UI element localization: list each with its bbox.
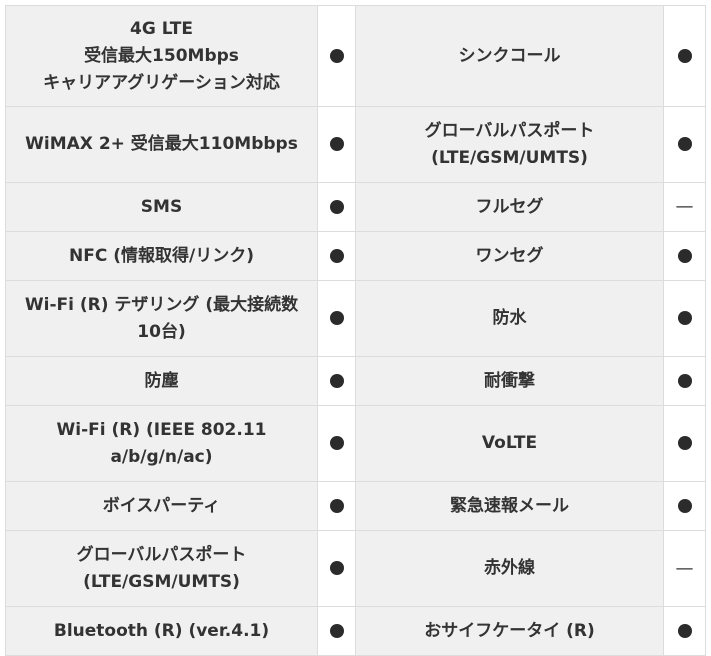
left-feature-label-line: キャリアアグリゲーション対応 [43, 72, 280, 93]
left-feature-label-line: SMS [140, 196, 183, 217]
table-row: 防塵 耐衝撃 [5, 356, 706, 406]
left-feature-label-line: 10台) [137, 321, 186, 342]
left-support-cell [317, 606, 356, 656]
left-feature-label: Bluetooth (R) (ver.4.1) [5, 606, 318, 656]
table-row: ボイスパーティ 緊急速報メール [5, 481, 706, 531]
supported-dot-icon [677, 48, 692, 63]
supported-dot-icon [677, 498, 692, 513]
right-support-cell [663, 106, 706, 183]
left-feature-label-line: Wi-Fi (R) テザリング (最大接続数 [24, 294, 299, 315]
supported-dot-icon [677, 137, 692, 151]
left-support-cell [317, 280, 356, 357]
left-feature-label-line: 防塵 [144, 370, 179, 391]
left-feature-label: NFC (情報取得/リンク) [5, 231, 318, 281]
supported-dot-icon [329, 311, 344, 325]
right-support-cell [663, 356, 706, 406]
left-feature-label-line: 4G LTE [130, 18, 193, 39]
left-feature-label-line: (LTE/GSM/UMTS) [83, 571, 240, 592]
right-feature-label: 耐衝撃 [355, 356, 664, 406]
table-row: 4G LTE 受信最大150Mbps キャリアアグリゲーション対応 シンクコール [5, 5, 706, 107]
left-support-cell [317, 5, 356, 107]
left-feature-label-line: a/b/g/n/ac) [110, 446, 213, 467]
supported-dot-icon [329, 561, 344, 575]
left-feature-label: グローバルパスポート (LTE/GSM/UMTS) [5, 530, 318, 607]
right-feature-label: おサイフケータイ (R) [355, 606, 664, 656]
left-support-cell [317, 356, 356, 406]
right-feature-label: VoLTE [355, 405, 664, 482]
table-row: WiMAX 2+ 受信最大110Mbbps グローバルパスポート (LTE/GSM/… [5, 106, 706, 183]
left-feature-label: SMS [5, 182, 318, 232]
right-support-cell [663, 405, 706, 482]
right-feature-label-line: 耐衝撃 [484, 370, 535, 391]
left-support-cell [317, 106, 356, 183]
left-support-cell [317, 481, 356, 531]
right-feature-label-line: おサイフケータイ (R) [424, 620, 595, 641]
right-feature-label: 緊急速報メール [355, 481, 664, 531]
left-feature-label: WiMAX 2+ 受信最大110Mbbps [5, 106, 318, 183]
left-feature-label-line: WiMAX 2+ 受信最大110Mbbps [25, 134, 298, 154]
left-feature-label-line: 受信最大150Mbps [84, 45, 239, 66]
supported-dot-icon [329, 137, 344, 151]
left-feature-label: 防塵 [5, 356, 318, 406]
right-support-cell: — [663, 182, 706, 232]
left-support-cell [317, 231, 356, 281]
right-support-cell: — [663, 530, 706, 607]
supported-dot-icon [329, 248, 344, 263]
supported-dot-icon [329, 199, 344, 214]
supported-dot-icon [677, 436, 692, 450]
right-feature-label-line: グローバルパスポート [424, 120, 595, 141]
supported-dot-icon [329, 48, 344, 63]
unsupported-dash-icon: — [675, 557, 694, 579]
left-feature-label-line: グローバルパスポート [76, 544, 247, 565]
right-support-cell [663, 5, 706, 107]
table-row: Wi-Fi (R) テザリング (最大接続数 10台) 防水 [5, 280, 706, 357]
right-support-cell [663, 280, 706, 357]
supported-dot-icon [329, 373, 344, 388]
unsupported-dash-icon: — [675, 196, 694, 217]
supported-dot-icon [329, 436, 344, 450]
table-row: NFC (情報取得/リンク) ワンセグ [5, 231, 706, 281]
right-feature-label-line: VoLTE [481, 433, 538, 453]
left-feature-label-line: ボイスパーティ [102, 495, 221, 516]
supported-dot-icon [677, 248, 692, 263]
left-feature-label-line: Bluetooth (R) (ver.4.1) [53, 620, 270, 641]
right-feature-label: ワンセグ [355, 231, 664, 281]
feature-spec-table: 4G LTE 受信最大150Mbps キャリアアグリゲーション対応 シンクコール WiM… [5, 5, 706, 656]
left-feature-label: Wi-Fi (R) テザリング (最大接続数 10台) [5, 280, 318, 357]
left-feature-label: ボイスパーティ [5, 481, 318, 531]
supported-dot-icon [677, 311, 692, 325]
right-feature-label-line: 防水 [492, 308, 527, 328]
supported-dot-icon [329, 623, 344, 638]
table-row: Bluetooth (R) (ver.4.1) おサイフケータイ (R) [5, 606, 706, 656]
left-support-cell [317, 530, 356, 607]
left-support-cell [317, 405, 356, 482]
right-feature-label: グローバルパスポート (LTE/GSM/UMTS) [355, 106, 664, 183]
table-row: グローバルパスポート (LTE/GSM/UMTS) 赤外線 — [5, 530, 706, 607]
left-feature-label-line: NFC (情報取得/リンク) [69, 245, 254, 266]
right-support-cell [663, 606, 706, 656]
right-feature-label-line: (LTE/GSM/UMTS) [431, 147, 588, 168]
right-feature-label: フルセグ [355, 182, 664, 232]
table-row: SMS フルセグ — [5, 182, 706, 232]
right-feature-label-line: 緊急速報メール [450, 495, 569, 516]
feature-spec-table-body: 4G LTE 受信最大150Mbps キャリアアグリゲーション対応 シンクコール WiM… [5, 5, 706, 656]
supported-dot-icon [677, 373, 692, 388]
right-feature-label: シンクコール [355, 5, 664, 107]
left-feature-label: Wi-Fi (R) (IEEE 802.11 a/b/g/n/ac) [5, 405, 318, 482]
left-feature-label-line: Wi-Fi (R) (IEEE 802.11 [56, 419, 267, 440]
table-row: Wi-Fi (R) (IEEE 802.11 a/b/g/n/ac) VoLTE [5, 405, 706, 482]
right-feature-label: 赤外線 [355, 530, 664, 607]
right-feature-label: 防水 [355, 280, 664, 357]
left-feature-label: 4G LTE 受信最大150Mbps キャリアアグリゲーション対応 [5, 5, 318, 107]
supported-dot-icon [329, 498, 344, 513]
left-support-cell [317, 182, 356, 232]
right-feature-label-line: 赤外線 [484, 558, 535, 578]
supported-dot-icon [677, 623, 692, 638]
right-support-cell [663, 231, 706, 281]
right-feature-label-line: シンクコール [458, 45, 561, 66]
right-support-cell [663, 481, 706, 531]
right-feature-label-line: ワンセグ [475, 245, 544, 266]
right-feature-label-line: フルセグ [475, 196, 544, 217]
